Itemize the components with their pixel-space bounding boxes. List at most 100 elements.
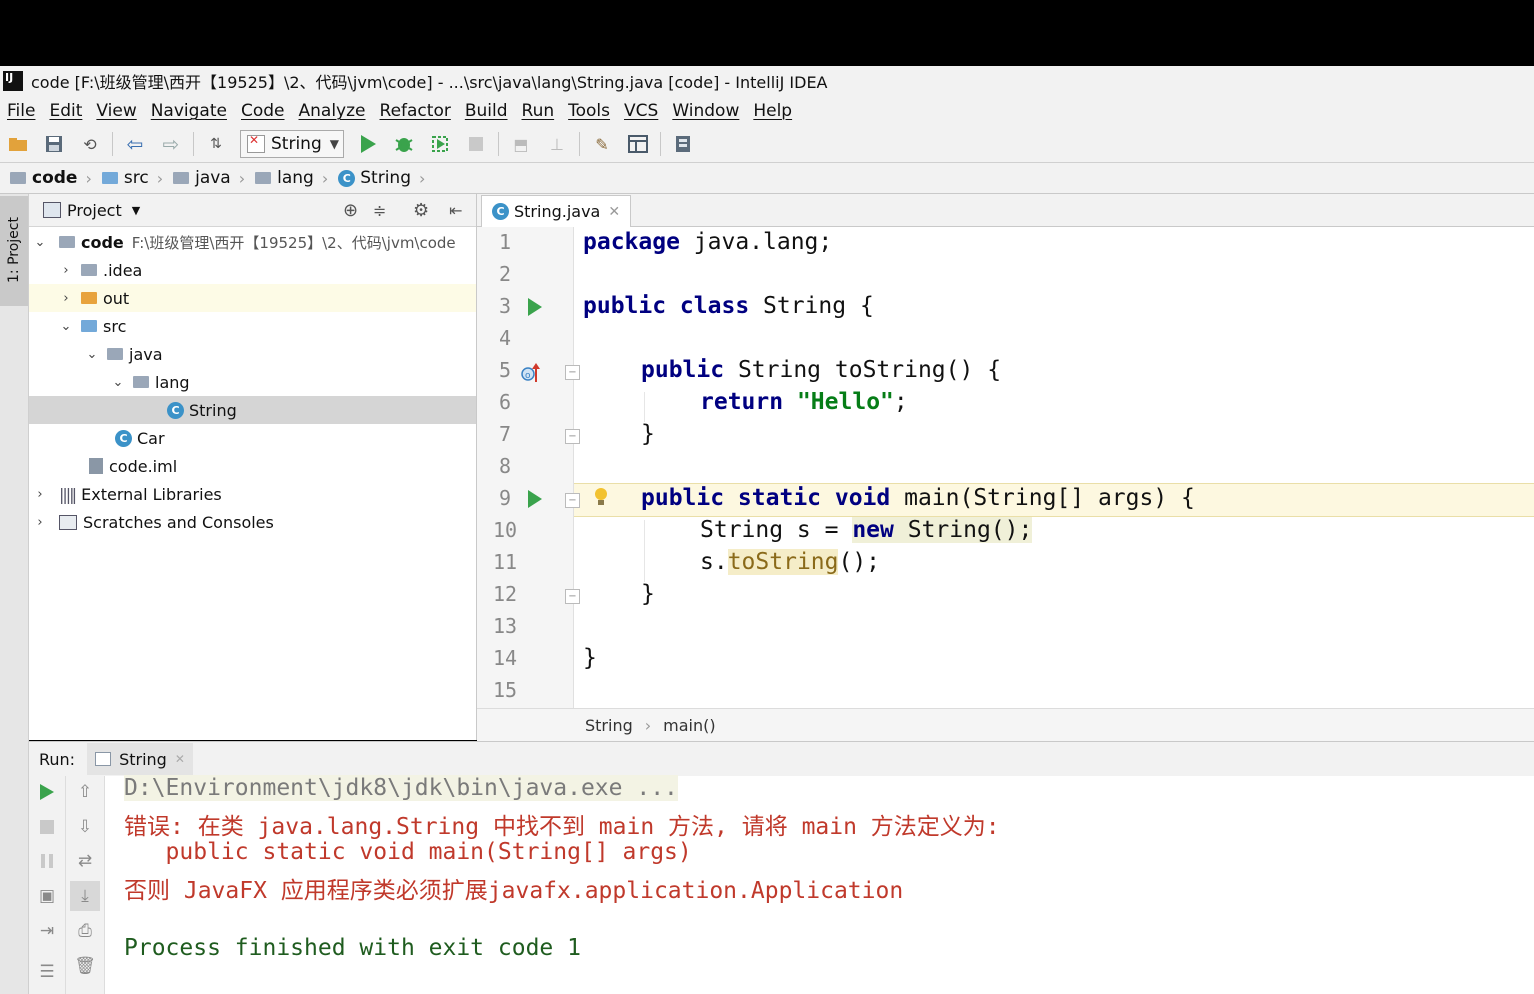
code-line-7: } xyxy=(641,421,655,447)
collapse-all-icon[interactable]: ≑ xyxy=(373,201,386,220)
project-view-selector[interactable]: Project xyxy=(67,201,122,220)
run-icon[interactable] xyxy=(356,132,380,156)
chevron-right-icon[interactable]: › xyxy=(33,487,47,502)
tree-item-java[interactable]: ⌄ java xyxy=(29,340,476,368)
tree-item-car[interactable]: C Car xyxy=(29,424,476,452)
chevron-down-icon[interactable]: ▼ xyxy=(132,204,140,217)
pause-icon[interactable] xyxy=(35,849,59,873)
layout-icon[interactable]: ☰ xyxy=(35,960,59,984)
tree-item-scratches[interactable]: › Scratches and Consoles xyxy=(29,508,476,536)
menu-help[interactable]: Help xyxy=(753,101,792,121)
gear-icon[interactable]: ⚙ xyxy=(413,200,429,221)
fold-end-icon[interactable]: − xyxy=(565,429,580,444)
code-line-14: } xyxy=(583,645,597,671)
code-line-5: public String toString() { xyxy=(641,357,1002,383)
run-class-gutter-icon[interactable] xyxy=(528,298,542,316)
project-tool-window-label[interactable]: 1: Project xyxy=(4,200,24,300)
project-structure-icon[interactable] xyxy=(626,132,650,156)
tree-item-code-iml[interactable]: code.iml xyxy=(29,452,476,480)
structure-crumb-method[interactable]: main() xyxy=(663,716,715,735)
arrow-up-icon[interactable]: ⇧ xyxy=(73,780,97,804)
menu-tools[interactable]: Tools xyxy=(568,101,610,121)
hide-panel-icon[interactable]: ⇤ xyxy=(449,201,462,220)
menu-file[interactable]: File xyxy=(7,101,35,121)
trash-icon[interactable]: 🗑 xyxy=(73,954,97,978)
open-folder-icon[interactable] xyxy=(6,132,30,156)
chevron-right-icon: › xyxy=(238,168,246,188)
tree-item-idea[interactable]: › .idea xyxy=(29,256,476,284)
vcs-commit-icon[interactable]: ⊥ xyxy=(545,132,569,156)
breadcrumb-string[interactable]: C String › xyxy=(338,168,425,188)
run-main-gutter-icon[interactable] xyxy=(528,490,542,508)
chevron-down-icon[interactable]: ⌄ xyxy=(33,235,47,250)
breadcrumb-lang[interactable]: lang › xyxy=(255,168,328,188)
arrow-down-icon[interactable]: ⇩ xyxy=(73,815,97,839)
tree-item-src[interactable]: ⌄ src xyxy=(29,312,476,340)
menu-run[interactable]: Run xyxy=(522,101,555,121)
line-number: 11 xyxy=(492,550,518,574)
code-line-6: return "Hello"; xyxy=(700,389,908,415)
close-icon[interactable]: ✕ xyxy=(608,204,620,220)
exit-icon[interactable]: ⇥ xyxy=(35,919,59,943)
fold-marker-icon[interactable]: − xyxy=(565,365,580,380)
fold-marker-icon[interactable]: − xyxy=(565,493,580,508)
save-icon[interactable] xyxy=(42,132,66,156)
fold-end-icon[interactable]: − xyxy=(565,589,580,604)
structure-crumb-class[interactable]: String xyxy=(585,716,633,735)
tree-item-out[interactable]: › out xyxy=(29,284,476,312)
editor-tab-string-java[interactable]: C String.java ✕ xyxy=(481,195,632,227)
run-tab-string[interactable]: String ✕ xyxy=(87,743,193,775)
run-configuration-select[interactable]: ✕ String ▼ xyxy=(240,130,344,158)
chevron-right-icon[interactable]: › xyxy=(59,263,73,278)
stop-icon[interactable] xyxy=(35,815,59,839)
chevron-right-icon[interactable]: › xyxy=(59,291,73,306)
chevron-down-icon[interactable]: ⌄ xyxy=(85,347,99,362)
chevron-right-icon[interactable]: › xyxy=(33,515,47,530)
build-icon[interactable]: ⇅ xyxy=(204,132,228,156)
debug-icon[interactable] xyxy=(392,132,416,156)
menu-window[interactable]: Window xyxy=(672,101,739,121)
breadcrumb-java[interactable]: java › xyxy=(173,168,245,188)
line-number: 3 xyxy=(498,294,512,318)
tree-item-label: code.iml xyxy=(109,456,178,476)
toolbar-separator xyxy=(193,132,194,156)
breadcrumb-code[interactable]: code › xyxy=(10,168,92,188)
lightbulb-icon[interactable] xyxy=(593,486,609,508)
menu-build[interactable]: Build xyxy=(465,101,508,121)
chevron-right-icon: › xyxy=(156,168,164,188)
stop-icon[interactable] xyxy=(464,132,488,156)
menu-code[interactable]: Code xyxy=(241,101,285,121)
back-arrow-icon[interactable]: ⇦ xyxy=(123,132,147,156)
scroll-to-end-icon[interactable]: ⤓ xyxy=(70,881,100,911)
dump-threads-icon[interactable]: ▣ xyxy=(35,884,59,908)
vcs-update-icon[interactable]: ⬒ xyxy=(509,132,533,156)
sdk-manager-icon[interactable] xyxy=(671,132,695,156)
forward-arrow-icon[interactable]: ⇨ xyxy=(159,132,183,156)
close-icon[interactable]: ✕ xyxy=(175,752,185,766)
soft-wrap-icon[interactable]: ⇄ xyxy=(73,849,97,873)
module-folder-icon xyxy=(59,236,75,248)
breadcrumb-src[interactable]: src › xyxy=(101,168,164,188)
sync-icon[interactable]: ⟲ xyxy=(78,132,102,156)
menu-edit[interactable]: Edit xyxy=(49,101,82,121)
line-number: 4 xyxy=(498,326,512,350)
menu-view[interactable]: View xyxy=(96,101,136,121)
menu-vcs[interactable]: VCS xyxy=(624,101,658,121)
tree-item-external-libraries[interactable]: › |||‖ External Libraries xyxy=(29,480,476,508)
tree-item-string[interactable]: C String xyxy=(29,396,476,424)
rerun-icon[interactable] xyxy=(35,780,59,804)
iml-file-icon xyxy=(89,458,103,474)
settings-wrench-icon[interactable]: ✎ xyxy=(590,132,614,156)
tree-root-code[interactable]: ⌄ code F:\班级管理\西开【19525】\2、代码\jvm\code xyxy=(29,228,476,256)
chevron-down-icon[interactable]: ⌄ xyxy=(111,375,125,390)
menu-navigate[interactable]: Navigate xyxy=(151,101,227,121)
run-config-icon xyxy=(95,752,112,766)
print-icon[interactable]: ⎙ xyxy=(73,919,97,943)
chevron-down-icon[interactable]: ⌄ xyxy=(59,319,73,334)
menu-analyze[interactable]: Analyze xyxy=(299,101,366,121)
override-gutter-icon[interactable]: o xyxy=(520,362,542,384)
run-with-coverage-icon[interactable] xyxy=(428,132,452,156)
tree-item-lang[interactable]: ⌄ lang xyxy=(29,368,476,396)
locate-file-icon[interactable]: ⊕ xyxy=(343,200,358,221)
menu-refactor[interactable]: Refactor xyxy=(380,101,451,121)
